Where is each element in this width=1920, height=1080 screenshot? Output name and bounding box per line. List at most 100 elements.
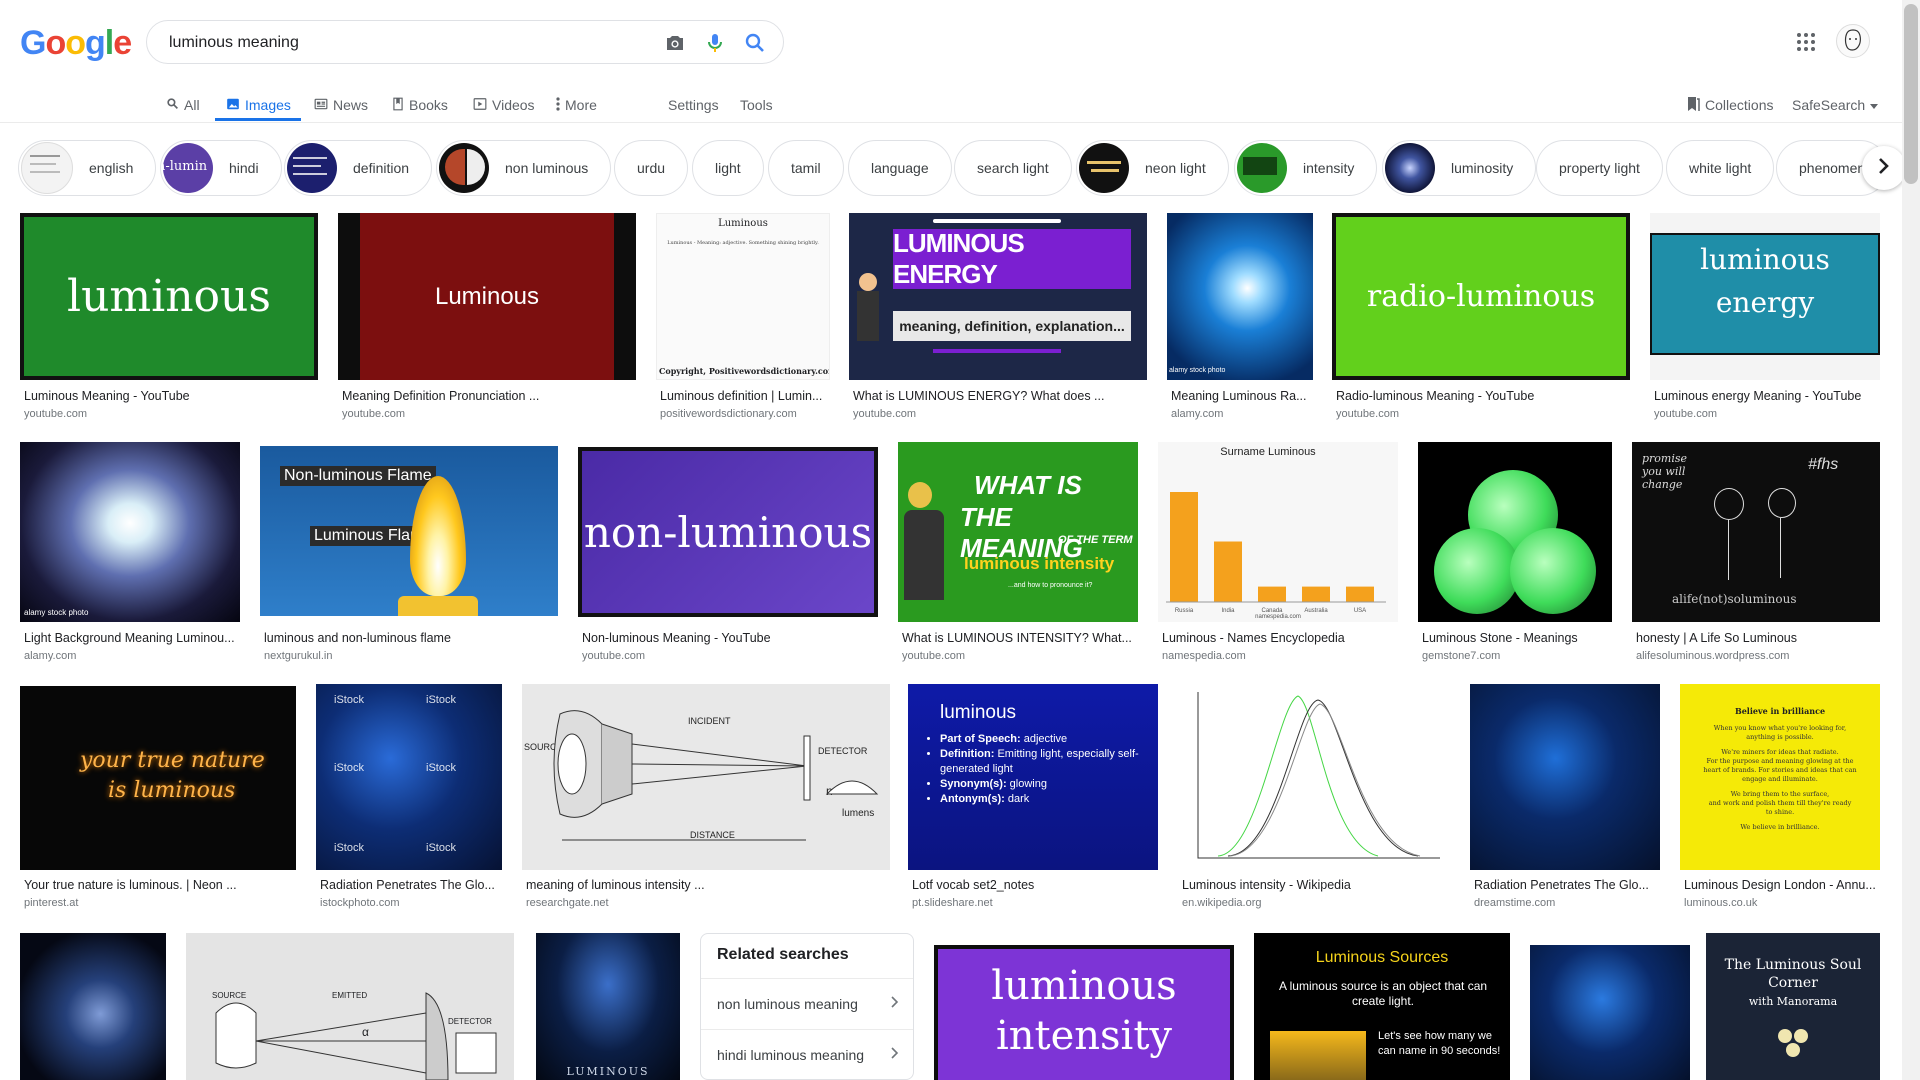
image-result[interactable]: luminous Luminous Meaning - YouTube yout… — [20, 213, 318, 423]
photometry-diagram — [553, 710, 879, 841]
search-icon[interactable] — [743, 31, 767, 55]
tab-books[interactable]: Books — [392, 90, 448, 120]
chart-bar — [1302, 586, 1330, 602]
result-thumbnail: promise you will change #fhs alife(not)s… — [1632, 442, 1880, 622]
image-result[interactable]: Surname Luminous Russia India Canada Austra… — [1158, 442, 1398, 664]
result-thumbnail: INCIDENT SOURCE DETECTOR lumens n DISTAN… — [522, 684, 890, 870]
names-bar-chart: Russia India Canada Australia USAnamespedia.… — [1166, 492, 1386, 620]
image-result[interactable]: WHAT IS THE MEANING OF THE TERM luminous… — [898, 442, 1138, 664]
image-result[interactable]: iStock iStock iStock iStock iStock iStoc… — [316, 684, 502, 912]
result-thumbnail: luminous — [20, 213, 318, 380]
tab-all[interactable]: All — [166, 90, 200, 120]
chip-luminosity[interactable]: luminosity — [1382, 140, 1537, 196]
result-thumbnail: luminous intensity — [934, 945, 1234, 1080]
image-result[interactable]: Believe in brilliance When you know what… — [1680, 684, 1880, 912]
chip-urdu[interactable]: urdu — [614, 140, 689, 196]
result-thumbnail: your true nature is luminous — [20, 686, 296, 870]
caret-down-icon — [1870, 97, 1879, 113]
image-result[interactable]: LUMINOUS ENERGY meaning, definition, exp… — [849, 213, 1147, 423]
result-source: positivewordsdictionary.com — [660, 408, 797, 420]
result-source: youtube.com — [582, 650, 645, 662]
image-result[interactable]: radio-luminous Radio-luminous Meaning - … — [1332, 213, 1630, 423]
result-thumbnail: radio-luminous — [1332, 213, 1630, 380]
image-result[interactable]: promise you will change #fhs alife(not)s… — [1632, 442, 1880, 664]
image-icon — [226, 97, 240, 114]
image-result[interactable]: Luminous intensity - Wikipedia en.wikipe… — [1178, 684, 1450, 912]
account-avatar[interactable] — [1836, 24, 1870, 58]
tab-news[interactable]: News — [314, 90, 368, 120]
image-result[interactable]: luminous intensity — [934, 945, 1234, 1080]
tab-more[interactable]: More — [556, 90, 597, 120]
slide-line: Synonym(s): glowing — [940, 777, 1158, 792]
image-result[interactable]: your true nature is luminous Your true n… — [20, 684, 296, 912]
result-title: Lotf vocab set2_notes — [912, 878, 1035, 892]
result-thumbnail: Luminous Sources A luminous source is an… — [1254, 933, 1510, 1080]
chip-white-light[interactable]: white light — [1666, 140, 1775, 196]
chip-neon-light[interactable]: neon light — [1076, 140, 1229, 196]
image-result[interactable]: Luminous Sources A luminous source is an… — [1254, 933, 1510, 1080]
tab-videos[interactable]: Videos — [473, 90, 535, 120]
image-result[interactable]: Non-luminous Flame Luminous Flame lumino… — [260, 442, 558, 664]
chip-thumbnail — [1385, 143, 1435, 193]
result-thumbnail: alamy stock photo — [20, 442, 240, 622]
image-result[interactable]: SOURCE EMITTED DETECTOR α — [186, 933, 514, 1080]
image-result[interactable]: luminous energy Luminous energy Meaning … — [1650, 213, 1880, 423]
result-source: gemstone7.com — [1422, 650, 1501, 662]
image-result[interactable] — [1530, 945, 1690, 1080]
collections-link[interactable]: Collections — [1686, 90, 1773, 120]
result-source: dreamstime.com — [1474, 897, 1556, 909]
result-thumbnail: Luminous — [338, 213, 636, 380]
result-source: youtube.com — [342, 408, 405, 420]
image-result[interactable]: LUMINOUS — [536, 933, 680, 1080]
image-result[interactable]: luminous Part of Speech: adjective Defin… — [908, 684, 1158, 912]
result-source: pinterest.at — [24, 897, 79, 909]
image-result[interactable]: The Luminous Soul Corner with Manorama — [1706, 933, 1880, 1080]
result-source: alamy.com — [1171, 408, 1224, 420]
related-search-item[interactable]: non luminous meaning — [701, 978, 913, 1028]
image-result[interactable]: alamy stock photo Light Background Meani… — [20, 442, 240, 664]
chevron-right-icon — [1878, 157, 1890, 180]
image-result[interactable]: Luminous Luminous - Meaning: adjective. … — [656, 213, 830, 423]
chip-non-luminous[interactable]: non luminous — [436, 140, 612, 196]
result-title: honesty | A Life So Luminous — [1636, 631, 1797, 645]
tools-link[interactable]: Tools — [740, 90, 773, 120]
image-result[interactable]: INCIDENT SOURCE DETECTOR lumens n DISTAN… — [522, 684, 890, 912]
chip-property-light[interactable]: property light — [1536, 140, 1663, 196]
result-thumbnail: non-luminous — [578, 447, 878, 617]
search-input[interactable] — [167, 31, 651, 55]
settings-link[interactable]: Settings — [668, 90, 719, 120]
scrollbar-thumb[interactable] — [1904, 4, 1918, 184]
result-thumbnail: luminous energy — [1650, 213, 1880, 380]
luminosity-function-plot — [1197, 692, 1440, 859]
chip-tamil[interactable]: tamil — [768, 140, 844, 196]
google-logo[interactable]: Google — [20, 24, 132, 62]
chip-thumbnail — [21, 142, 73, 194]
image-result[interactable] — [20, 933, 166, 1080]
result-title: Luminous intensity - Wikipedia — [1182, 878, 1351, 892]
related-search-item[interactable]: hindi luminous meaning — [701, 1029, 913, 1079]
chip-light[interactable]: light — [692, 140, 764, 196]
slide-line: Antonym(s): dark — [940, 792, 1158, 807]
search-icon — [166, 97, 179, 113]
image-result[interactable]: Luminous Stone - Meanings gemstone7.com — [1418, 442, 1612, 664]
chip-search-light[interactable]: search light — [954, 140, 1072, 196]
tab-images[interactable]: Images — [226, 90, 291, 120]
image-result[interactable]: Radiation Penetrates The Glo... dreamsti… — [1470, 684, 1660, 912]
chart-bar — [1214, 541, 1242, 602]
bookmark-icon — [1686, 96, 1700, 115]
apps-grid-icon[interactable] — [1794, 30, 1818, 54]
chip-intensity[interactable]: intensity — [1234, 140, 1378, 196]
image-result[interactable]: Luminous Meaning Definition Pronunciatio… — [338, 213, 636, 423]
chip-language[interactable]: language — [848, 140, 952, 196]
chip-definition[interactable]: definition — [284, 140, 433, 196]
chip-hindi[interactable]: n-lumin hindi — [160, 140, 282, 196]
image-result[interactable]: alamy stock photo Meaning Luminous Ra...… — [1167, 213, 1313, 423]
result-source: researchgate.net — [526, 897, 609, 909]
result-thumbnail: luminous Part of Speech: adjective Defin… — [908, 684, 1158, 870]
safesearch-menu[interactable]: SafeSearch — [1792, 90, 1879, 120]
chip-english[interactable]: english — [18, 140, 157, 196]
camera-icon[interactable] — [663, 31, 687, 55]
chips-next-button[interactable] — [1862, 146, 1906, 190]
microphone-icon[interactable] — [703, 31, 727, 55]
image-result[interactable]: non-luminous Non-luminous Meaning - YouT… — [578, 442, 878, 664]
